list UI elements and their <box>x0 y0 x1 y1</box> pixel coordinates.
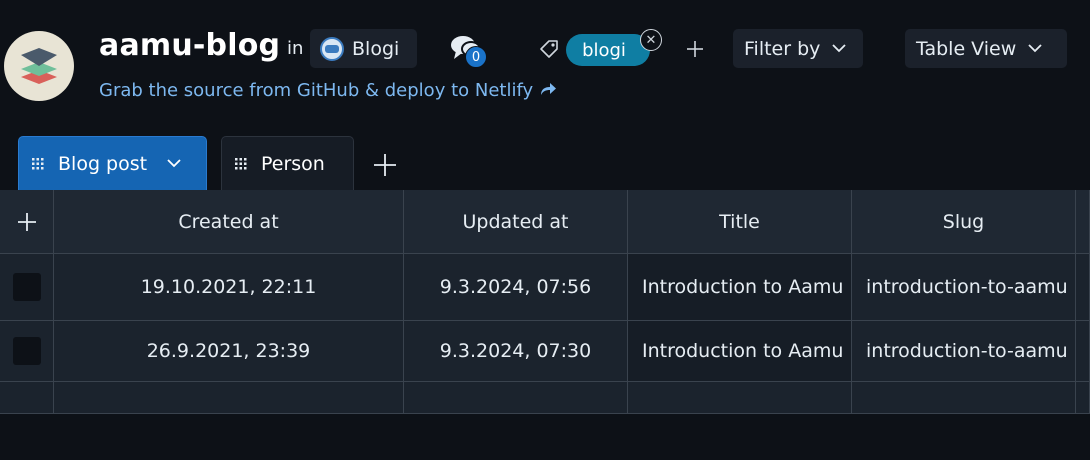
row-checkbox[interactable] <box>12 337 41 365</box>
tag-chip-blogi[interactable]: blogi <box>566 34 650 66</box>
slug-cell[interactable]: introduction-to-aamu <box>852 321 1076 382</box>
source-link-label: Grab the source from GitHub & deploy to … <box>99 80 534 101</box>
layers-icon <box>21 48 57 84</box>
column-header-updated-at[interactable]: Updated at <box>404 190 628 254</box>
organization-chip[interactable]: Blogi <box>310 29 417 68</box>
app-window: aamu-blog in Blogi 0 blogi ✕ Filter by T… <box>0 0 1090 460</box>
comments-count-badge: 0 <box>465 46 487 68</box>
tab-blog-post[interactable]: Blog post <box>18 136 207 190</box>
table-row[interactable]: 26.9.2021, 23:39 9.3.2024, 07:30 Introdu… <box>0 321 1090 382</box>
view-selector-label: Table View <box>916 37 1017 60</box>
remove-tag-button[interactable]: ✕ <box>640 29 662 51</box>
chevron-down-icon[interactable] <box>167 159 181 168</box>
created-at-cell[interactable]: 19.10.2021, 22:11 <box>54 254 404 321</box>
plus-icon <box>17 212 36 231</box>
tab-person[interactable]: Person <box>221 136 354 190</box>
empty-cell <box>0 382 54 414</box>
in-label: in <box>287 38 304 59</box>
share-arrow-icon <box>540 83 556 95</box>
title-cell[interactable]: Introduction to Aamu <box>628 321 852 382</box>
row-select-cell <box>0 254 54 321</box>
chevron-down-icon <box>1028 44 1042 53</box>
tab-label: Blog post <box>58 152 148 175</box>
empty-cell <box>404 382 628 414</box>
updated-at-cell[interactable]: 9.3.2024, 07:30 <box>404 321 628 382</box>
organization-avatar <box>320 36 344 61</box>
empty-cell <box>852 382 1076 414</box>
table-footer-area <box>0 414 1090 460</box>
comments-button[interactable]: 0 <box>450 34 494 70</box>
source-link[interactable]: Grab the source from GitHub & deploy to … <box>99 80 557 101</box>
grid-icon <box>235 157 247 170</box>
add-tab-button[interactable] <box>372 152 398 178</box>
overflow-cell <box>1076 321 1090 382</box>
chevron-down-icon <box>832 44 847 53</box>
empty-cell <box>628 382 852 414</box>
project-title: aamu-blog <box>99 28 281 63</box>
tag-icon <box>538 38 560 64</box>
row-checkbox[interactable] <box>12 273 41 301</box>
project-logo[interactable] <box>4 31 74 101</box>
view-selector-button[interactable]: Table View <box>905 29 1067 68</box>
plus-icon <box>374 154 396 176</box>
column-header-title[interactable]: Title <box>628 190 852 254</box>
tag-chip-label: blogi <box>582 39 626 61</box>
empty-cell <box>1076 382 1090 414</box>
organization-name: Blogi <box>352 37 400 60</box>
column-header-overflow <box>1076 190 1090 254</box>
column-header-slug[interactable]: Slug <box>852 190 1076 254</box>
row-select-cell <box>0 321 54 382</box>
column-header-created-at[interactable]: Created at <box>54 190 404 254</box>
updated-at-cell[interactable]: 9.3.2024, 07:56 <box>404 254 628 321</box>
filter-by-label: Filter by <box>744 37 821 60</box>
add-tag-button[interactable] <box>683 37 707 61</box>
tab-label: Person <box>261 152 325 175</box>
title-cell[interactable]: Introduction to Aamu <box>628 254 852 321</box>
close-icon: ✕ <box>645 32 657 48</box>
plus-icon <box>687 41 703 57</box>
blog-logo-icon <box>325 44 339 53</box>
table-row[interactable]: 19.10.2021, 22:11 9.3.2024, 07:56 Introd… <box>0 254 1090 321</box>
add-column-button[interactable] <box>0 190 54 254</box>
slug-cell[interactable]: introduction-to-aamu <box>852 254 1076 321</box>
empty-table-row <box>0 382 1090 414</box>
grid-icon <box>32 157 44 170</box>
overflow-cell <box>1076 254 1090 321</box>
created-at-cell[interactable]: 26.9.2021, 23:39 <box>54 321 404 382</box>
filter-by-button[interactable]: Filter by <box>733 29 863 68</box>
empty-cell <box>54 382 404 414</box>
table-header-row: Created at Updated at Title Slug <box>0 190 1090 254</box>
